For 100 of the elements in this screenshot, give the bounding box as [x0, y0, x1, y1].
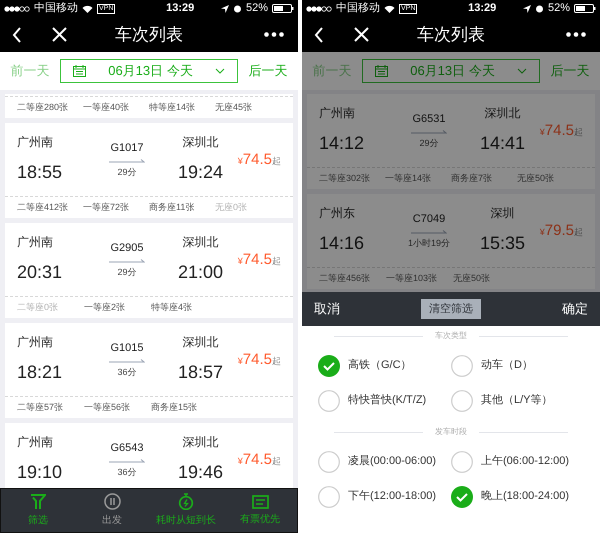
- battery-percent: 52%: [548, 1, 570, 16]
- ticket-price: ¥74.5起: [540, 120, 583, 140]
- departure-time: 14:16: [319, 232, 366, 255]
- more-icon: [264, 32, 284, 37]
- ticket-price: ¥74.5起: [238, 150, 281, 170]
- seat-availability: 二等座456张: [319, 272, 372, 285]
- departure-station: 广州南: [319, 105, 356, 122]
- signal-icon: [4, 6, 30, 12]
- departure-station: 广州南: [17, 234, 54, 251]
- filter-option[interactable]: 动车（D）: [451, 348, 584, 383]
- tab-bar-item[interactable]: 出发: [75, 489, 149, 532]
- wifi-icon: [384, 4, 395, 12]
- seat-availability: 一等座103张: [386, 272, 438, 285]
- arrival-station: 深圳北: [182, 134, 218, 151]
- departure-time: 14:12: [319, 132, 366, 155]
- ticket-price: ¥74.5起: [238, 450, 281, 470]
- travel-duration: 29分: [419, 137, 438, 150]
- filter-option[interactable]: 高铁（G/C）: [318, 348, 451, 383]
- travel-duration: 1小时19分: [408, 237, 450, 250]
- arrival-station: 深圳北: [182, 234, 218, 251]
- empty-circle-icon: [318, 390, 340, 412]
- arrival-time: 19:46: [178, 461, 224, 484]
- seat-availability: 商务座7张: [451, 172, 494, 185]
- wifi-icon: [82, 4, 93, 12]
- train-card[interactable]: 广州南 14:12 G6531 29分 深圳北 14:41 ¥74.5起 二等座302张 一等座14张 商务座7张 无座50张: [307, 94, 595, 189]
- tab-bar-item[interactable]: 耗时从短到长: [149, 489, 223, 532]
- arrival-time: 21:00: [178, 261, 224, 284]
- clear-filter-button[interactable]: 清空筛选: [421, 299, 481, 319]
- arrival-time: 18:57: [178, 361, 224, 384]
- seat-availability: 商务座11张: [149, 200, 196, 214]
- train-card[interactable]: 广州南 18:21 G1015 36分 深圳北 18:57 ¥74.5起 二等座57张 一等座56张 商务座15张: [5, 323, 293, 418]
- train-card[interactable]: 广州南 18:55 G1017 29分 深圳北 19:24 ¥74.5起 二等座412张 一等座72张 商务座11张 无座0张: [5, 123, 293, 218]
- arrival-station: 深圳北: [182, 434, 218, 451]
- seat-availability: 二等座57张: [17, 400, 64, 414]
- train-number: G2905: [110, 240, 144, 256]
- filter-option[interactable]: 特快普快(K/T/Z): [318, 383, 451, 418]
- empty-circle-icon: [451, 390, 473, 412]
- arrival-station: 深圳: [490, 205, 514, 222]
- more-icon: [566, 32, 586, 37]
- empty-circle-icon: [451, 450, 473, 472]
- ticket-price: ¥74.5起: [238, 350, 281, 370]
- section-title: 车次类型: [435, 330, 467, 342]
- train-card[interactable]: 广州南 20:31 G2905 29分 深圳北 21:00 ¥74.5起 二等座0张 一等座2张 特等座4张: [5, 223, 293, 318]
- filter-option[interactable]: 凌晨(00:00-06:00): [318, 444, 451, 479]
- calendar-icon: [73, 65, 86, 77]
- tab-bar-item[interactable]: 筛选: [1, 489, 75, 532]
- seat-availability: 商务座15张: [151, 400, 198, 414]
- seat-availability: 二等座280张: [17, 100, 70, 114]
- empty-circle-icon: [451, 354, 473, 376]
- arrival-time: 19:24: [178, 161, 224, 184]
- train-number: C7049: [412, 212, 446, 226]
- chevron-down-icon: [215, 68, 225, 74]
- seat-availability: 一等座2张: [84, 300, 126, 314]
- funnel-icon: [30, 494, 46, 510]
- close-icon: [354, 27, 369, 42]
- location-icon: [522, 4, 531, 12]
- ticket-price: ¥74.5起: [238, 250, 281, 270]
- ticket-price: ¥79.5起: [540, 220, 583, 240]
- seat-availability: 无座50张: [517, 172, 556, 185]
- filter-option[interactable]: 上午(06:00-12:00): [451, 444, 584, 479]
- arrival-time: 15:35: [480, 232, 526, 255]
- train-card[interactable]: 广州南 19:10 G6543 36分 深圳北 19:46 ¥74.5起: [5, 423, 293, 488]
- window-title: 车次列表: [115, 24, 183, 46]
- stopwatch-icon: [178, 493, 194, 510]
- confirm-button[interactable]: 确定: [562, 299, 588, 319]
- seat-availability: 无座45张: [215, 100, 254, 114]
- departure-time: 18:55: [17, 161, 64, 184]
- train-number: G6531: [412, 112, 446, 126]
- departure-station: 广州南: [17, 134, 54, 151]
- section-title: 发车时段: [435, 426, 467, 438]
- travel-duration: 29分: [117, 166, 136, 179]
- filter-option[interactable]: 下午(12:00-18:00): [318, 479, 451, 514]
- train-card[interactable]: 广州东 14:16 C7049 1小时19分 深圳 15:35 ¥79.5起 二等座456张 一等座103张 无座50张: [307, 194, 595, 289]
- carrier-name: 中国移动: [34, 1, 78, 16]
- location-icon: [220, 4, 229, 12]
- seat-availability: 二等座412张: [17, 200, 70, 214]
- filter-option[interactable]: 晚上(18:00-24:00): [451, 479, 584, 514]
- seat-availability: 一等座72张: [83, 200, 130, 214]
- seat-availability: 二等座0张: [17, 300, 60, 314]
- ticket-icon: [252, 494, 268, 508]
- train-number: G1015: [110, 340, 144, 356]
- seat-availability: 一等座40张: [83, 100, 130, 114]
- clock-time: 13:29: [165, 1, 194, 16]
- filter-option[interactable]: 其他（L/Y等）: [451, 383, 584, 418]
- departure-station: 广州东: [319, 205, 356, 222]
- travel-duration: 29分: [117, 266, 136, 279]
- carrier-name: 中国移动: [336, 1, 380, 16]
- empty-circle-icon: [318, 450, 340, 472]
- tab-bar-item[interactable]: 有票优先: [223, 489, 297, 532]
- battery-icon: [272, 4, 294, 13]
- cancel-button[interactable]: 取消: [314, 299, 340, 319]
- calendar-icon: [375, 65, 388, 77]
- departure-time: 19:10: [17, 461, 64, 484]
- back-icon: [314, 26, 324, 42]
- clock-time: 13:29: [467, 1, 496, 16]
- battery-percent: 52%: [246, 1, 268, 16]
- checked-circle-icon: [451, 486, 473, 508]
- train-card[interactable]: 二等座280张 一等座40张 特等座14张 无座45张: [5, 94, 293, 118]
- departure-time: 20:31: [17, 261, 64, 284]
- arrival-station: 深圳北: [182, 334, 218, 351]
